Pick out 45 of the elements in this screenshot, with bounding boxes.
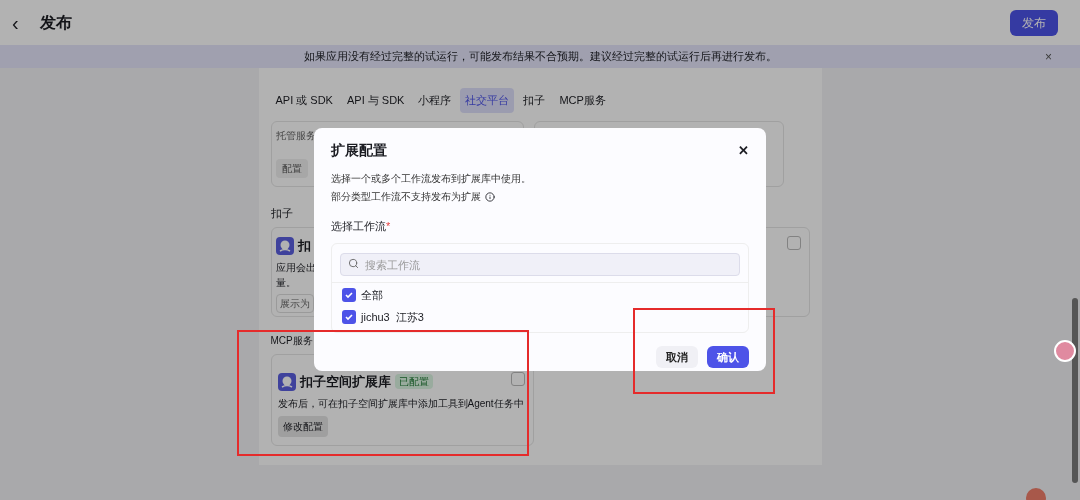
dialog-description: 选择一个或多个工作流发布到扩展库中使用。 xyxy=(331,172,532,186)
back-button[interactable]: ‹ xyxy=(12,7,28,38)
checkbox[interactable] xyxy=(786,236,801,250)
check-icon xyxy=(344,312,354,322)
close-icon[interactable]: × xyxy=(1045,47,1052,66)
configure-button[interactable]: 配置 xyxy=(275,158,308,178)
app-logo-icon xyxy=(275,236,294,255)
publish-button[interactable]: 发布 xyxy=(1010,9,1058,36)
search-icon xyxy=(348,257,359,269)
card-title: 扣 xyxy=(297,237,311,255)
option-label[interactable]: jichu3 江苏3 xyxy=(361,308,424,326)
confirm-button[interactable]: 确认 xyxy=(707,346,749,368)
card-title: 扣子空间扩展库 xyxy=(299,373,391,391)
card-description: 发布后，可在扣子空间扩展库中添加工具到Agent任务中 xyxy=(277,396,524,411)
field-label: 选择工作流 xyxy=(331,219,386,234)
status-badge: 已配置 xyxy=(394,374,433,390)
checkbox[interactable] xyxy=(342,288,356,302)
checkbox[interactable] xyxy=(342,310,356,324)
dialog-note: 部分类型工作流不支持发布为扩展 xyxy=(331,190,481,204)
option-label[interactable]: 全部 xyxy=(361,286,383,304)
search-field[interactable]: 搜索工作流 xyxy=(340,253,740,276)
cancel-button[interactable]: 取消 xyxy=(656,346,698,368)
app-logo-icon xyxy=(277,372,296,391)
tab[interactable]: 社交平台 xyxy=(460,88,515,113)
section-title: 扣子 xyxy=(270,205,294,221)
info-icon xyxy=(485,191,495,202)
translate-icon[interactable] xyxy=(1054,340,1076,362)
edit-config-button[interactable]: 修改配置 xyxy=(277,416,328,437)
tab[interactable]: API 或 SDK xyxy=(270,88,338,113)
banner-text: 如果应用没有经过完整的试运行，可能发布结果不合预期。建议经过完整的试运行后再进行发布。 xyxy=(303,49,777,65)
tab[interactable]: 扣子 xyxy=(518,88,551,113)
dialog-title: 扩展配置 xyxy=(331,141,387,160)
tab[interactable]: API 与 SDK xyxy=(341,88,410,113)
required-mark: * xyxy=(386,219,391,234)
display-select[interactable]: 展示为 xyxy=(275,293,314,313)
card-description: 应用会出 xyxy=(275,260,316,275)
tab[interactable]: MCP服务 xyxy=(554,88,611,113)
check-icon xyxy=(344,290,354,300)
card-description: 托管服务 xyxy=(275,128,317,143)
card-description: 量。 xyxy=(275,275,296,290)
page-title: 发布 xyxy=(40,12,72,33)
tab[interactable]: 小程序 xyxy=(413,88,457,113)
section-title: MCP服务 xyxy=(270,334,313,348)
close-icon[interactable]: ✕ xyxy=(738,140,749,161)
checkbox[interactable] xyxy=(510,372,525,386)
